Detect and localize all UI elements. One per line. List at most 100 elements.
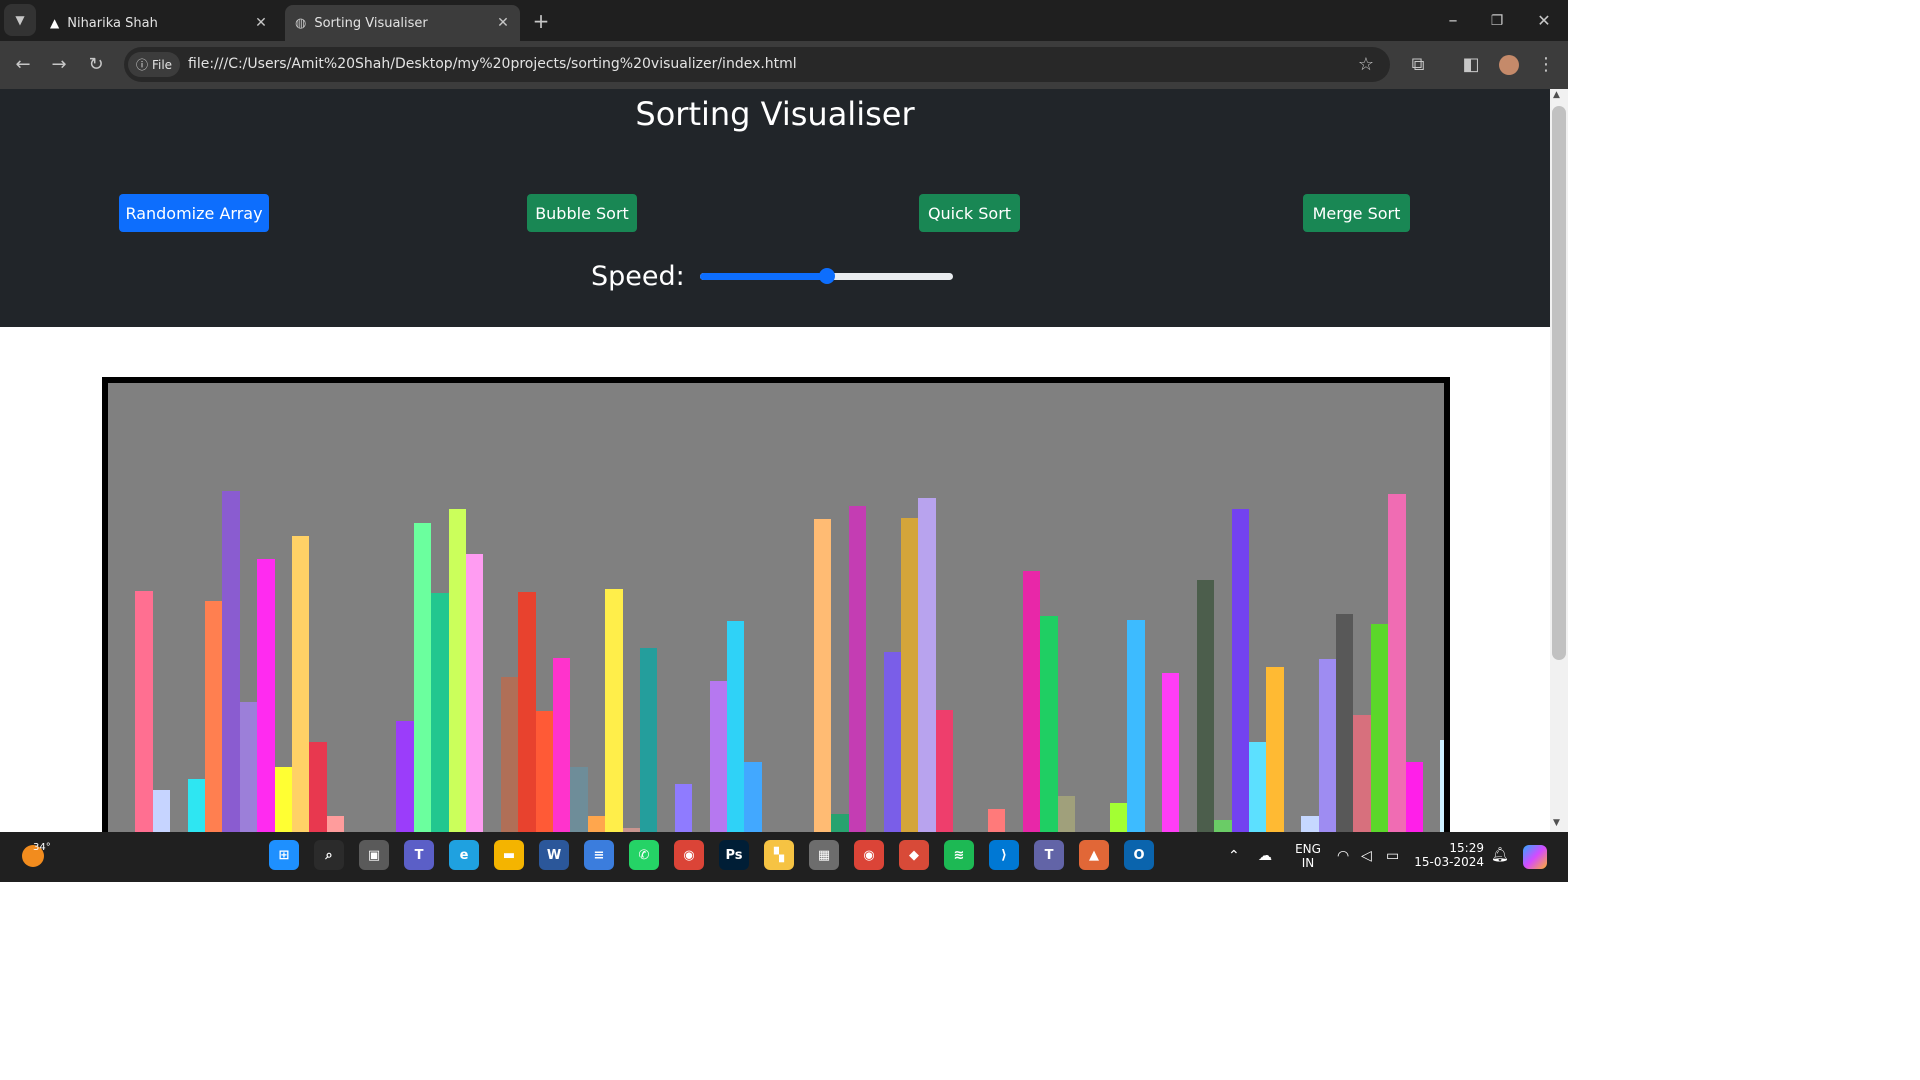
array-bar [553,658,571,832]
chrome-icon[interactable]: ◉ [674,840,704,870]
language-indicator[interactable]: ENG IN [1294,842,1322,870]
matlab-icon[interactable]: ▲ [1079,840,1109,870]
array-bar [1266,667,1284,832]
array-bar [1318,659,1336,832]
array-bar [535,711,553,832]
tab-search-chevron-icon[interactable]: ▼ [4,4,36,36]
array-bar [727,621,745,832]
merge-sort-button[interactable]: Merge Sort [1303,194,1410,232]
array-bar [570,767,588,832]
bookmark-star-icon[interactable]: ☆ [1349,48,1383,82]
start-icon[interactable]: ⊞ [269,840,299,870]
array-bar [1109,803,1128,832]
minimize-icon[interactable]: – [1436,4,1470,38]
copilot-icon[interactable] [1523,845,1547,869]
teams-work-icon[interactable]: T [1034,840,1064,870]
restore-icon[interactable]: ❐ [1480,4,1514,38]
clock-date: 15-03-2024 [1414,855,1484,869]
clock[interactable]: 15:29 15-03-2024 [1412,841,1484,869]
page-viewport: Sorting Visualiser Randomize Array Bubbl… [0,89,1550,832]
array-bar [257,559,275,832]
file-explorer-icon[interactable]: ▬ [494,840,524,870]
calculator-icon[interactable]: ▦ [809,840,839,870]
word-icon[interactable]: W [539,840,569,870]
language-line-2: IN [1301,856,1315,870]
array-bar [901,518,919,832]
battery-icon[interactable]: ▭ [1386,848,1399,864]
quick-sort-button[interactable]: Quick Sort [919,194,1020,232]
array-bar [1440,740,1444,832]
close-icon[interactable]: ✕ [494,15,512,31]
forward-icon[interactable]: → [42,48,76,82]
notepad-icon[interactable]: ≡ [584,840,614,870]
array-bar [1040,616,1058,832]
volume-icon[interactable]: ◁ [1361,848,1372,864]
array-bar [918,498,936,832]
array-bar [1353,715,1371,832]
tab-niharika-shah[interactable]: ▲ Niharika Shah ✕ [40,5,278,41]
array-bar [848,506,867,832]
array-bar [1214,820,1232,832]
array-bar [935,710,954,832]
array-bar [222,491,240,832]
photoshop-icon[interactable]: Ps [719,840,749,870]
reload-icon[interactable]: ↻ [79,48,113,82]
array-bar [1127,620,1145,832]
url-text[interactable]: file:///C:/Users/Amit%20Shah/Desktop/my%… [188,56,797,72]
close-icon[interactable]: ✕ [252,15,270,31]
array-bar [413,523,432,832]
info-icon: ⓘ [135,58,148,72]
spotify-icon[interactable]: ≋ [944,840,974,870]
chrome-active-icon[interactable]: ◉ [854,840,884,870]
array-bar [396,721,414,832]
visualizer-canvas [108,383,1444,832]
scrollbar-thumb[interactable] [1552,106,1566,660]
window-close-icon[interactable]: ✕ [1527,4,1561,38]
array-bar [500,677,519,832]
array-bar [988,809,1006,832]
randomize-array-button[interactable]: Randomize Array [119,194,269,232]
whatsapp-icon[interactable]: ✆ [629,840,659,870]
new-tab-button[interactable]: + [524,4,558,38]
edge-icon[interactable]: e [449,840,479,870]
tab-title: Sorting Visualiser [314,15,428,31]
vscode-icon[interactable]: ⟩ [989,840,1019,870]
menu-kebab-icon[interactable]: ⋮ [1529,48,1563,82]
speed-slider-thumb[interactable] [818,268,835,284]
side-panel-icon[interactable]: ◧ [1454,48,1488,82]
tray-chevron-icon[interactable]: ⌃ [1228,848,1240,864]
speed-label: Speed: [591,261,685,292]
array-bar [1231,509,1249,832]
back-icon[interactable]: ← [6,48,40,82]
array-bar [152,790,171,832]
git-icon[interactable]: ◆ [899,840,929,870]
array-bar [1162,673,1180,832]
files-icon[interactable]: ▚ [764,840,794,870]
wifi-icon[interactable]: ◠ [1337,848,1349,864]
outlook-icon[interactable]: O [1124,840,1154,870]
array-bar [309,742,327,832]
array-bar [605,589,623,832]
extensions-icon[interactable]: ⧉ [1401,48,1435,82]
array-bar [1196,580,1215,832]
array-bar [831,814,849,832]
search-icon[interactable]: ⌕ [314,840,344,870]
tab-sorting-visualiser[interactable]: ◍ Sorting Visualiser ✕ [285,5,520,41]
array-bar [883,652,901,832]
profile-avatar[interactable] [1499,55,1519,75]
site-info-badge[interactable]: ⓘ File [128,52,180,77]
scroll-up-arrow-icon[interactable]: ▲ [1553,90,1560,100]
onedrive-icon[interactable]: ☁ [1258,848,1272,864]
scroll-down-arrow-icon[interactable]: ▼ [1553,818,1560,828]
array-bar [205,601,223,832]
globe-icon: ◍ [295,15,307,31]
bubble-sort-button[interactable]: Bubble Sort [527,194,637,232]
task-view-icon[interactable]: ▣ [359,840,389,870]
notification-bell-icon[interactable]: 🔔︎ [1491,847,1509,863]
site-info-label: File [151,57,173,72]
array-bar [744,762,762,832]
language-line-1: ENG [1295,842,1321,856]
teams-icon[interactable]: T [404,840,434,870]
array-bar [135,591,153,832]
clock-time: 15:29 [1449,841,1484,855]
